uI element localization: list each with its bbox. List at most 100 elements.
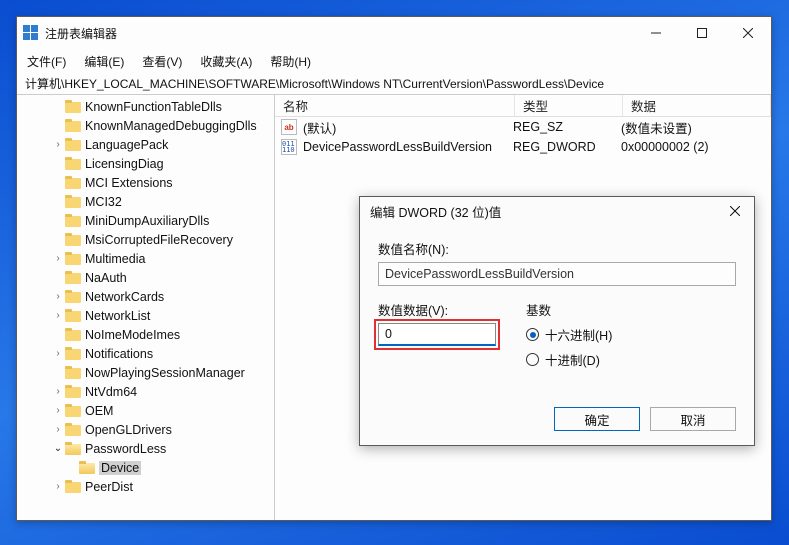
address-bar[interactable]: 计算机\HKEY_LOCAL_MACHINE\SOFTWARE\Microsof… [17,73,771,95]
menu-fav[interactable]: 收藏夹(A) [200,53,252,70]
menu-help[interactable]: 帮助(H) [270,53,311,70]
folder-icon [65,404,81,417]
tree-pane[interactable]: KnownFunctionTableDlls KnownManagedDebugg… [17,95,275,520]
tree-item[interactable]: › NetworkList [17,306,274,325]
name-field[interactable]: DevicePasswordLessBuildVersion [378,262,736,286]
tree-item[interactable]: › OEM [17,401,274,420]
tree-item[interactable]: LicensingDiag [17,154,274,173]
tree-item-label: MiniDumpAuxiliaryDlls [85,214,209,228]
dialog-close-button[interactable] [716,197,754,225]
minimize-button[interactable] [633,18,679,48]
chevron-right-icon[interactable]: › [51,253,65,264]
cell-data: 0x00000002 (2) [621,140,771,154]
tree-item[interactable]: MsiCorruptedFileRecovery [17,230,274,249]
dword-value-icon: 011 110 [281,139,297,155]
close-icon [730,206,740,216]
tree-item[interactable]: › Notifications [17,344,274,363]
radio-hex[interactable]: 十六进制(H) [526,325,612,344]
chevron-right-icon[interactable]: › [51,139,65,150]
value-input[interactable]: 0 [378,323,496,346]
folder-icon [65,157,81,170]
cell-name: (默认) [303,118,513,137]
tree-item-label: Notifications [85,347,153,361]
maximize-button[interactable] [679,18,725,48]
chevron-right-icon[interactable]: › [51,424,65,435]
base-label: 基数 [526,300,612,319]
window-title: 注册表编辑器 [45,25,633,42]
ok-button[interactable]: 确定 [554,407,640,431]
string-value-icon: ab [281,119,297,135]
folder-icon [65,347,81,360]
radio-icon [526,328,539,341]
folder-icon [65,176,81,189]
name-field-text: DevicePasswordLessBuildVersion [385,267,574,281]
chevron-right-icon[interactable]: › [51,291,65,302]
folder-icon [65,100,81,113]
tree-item-label: OpenGLDrivers [85,423,172,437]
cell-data: (数值未设置) [621,118,771,137]
tree-item[interactable]: › NtVdm64 [17,382,274,401]
menu-file[interactable]: 文件(F) [27,53,66,70]
tree-item-label: Device [99,461,141,475]
tree-item[interactable]: MCI32 [17,192,274,211]
name-label: 数值名称(N): [378,239,736,258]
list-row[interactable]: 011 110 DevicePasswordLessBuildVersionREG… [275,137,771,157]
tree-item-label: Multimedia [85,252,145,266]
chevron-right-icon[interactable]: › [51,310,65,321]
tree-item[interactable]: MCI Extensions [17,173,274,192]
tree-item-label: NtVdm64 [85,385,137,399]
cell-type: REG_DWORD [513,140,621,154]
radio-dec[interactable]: 十进制(D) [526,350,612,369]
folder-icon [65,138,81,151]
tree-item-label: PeerDist [85,480,133,494]
tree-item[interactable]: NowPlayingSessionManager [17,363,274,382]
tree-item-label: MCI32 [85,195,122,209]
folder-icon [65,385,81,398]
tree-item-label: MCI Extensions [85,176,173,190]
tree-item-label: NowPlayingSessionManager [85,366,245,380]
folder-icon [65,366,81,379]
folder-icon [79,461,95,474]
cancel-button[interactable]: 取消 [650,407,736,431]
edit-dword-dialog: 编辑 DWORD (32 位)值 数值名称(N): DevicePassword… [359,196,755,446]
tree-item[interactable]: › Multimedia [17,249,274,268]
tree-item[interactable]: Device [17,458,274,477]
tree-item[interactable]: ›NetworkCards [17,287,274,306]
address-text: 计算机\HKEY_LOCAL_MACHINE\SOFTWARE\Microsof… [25,75,604,92]
folder-icon [65,233,81,246]
menu-edit[interactable]: 编辑(E) [84,53,124,70]
chevron-right-icon[interactable]: › [51,348,65,359]
dialog-titlebar[interactable]: 编辑 DWORD (32 位)值 [360,197,754,225]
titlebar[interactable]: 注册表编辑器 [17,17,771,49]
chevron-right-icon[interactable]: › [51,405,65,416]
tree-item[interactable]: KnownManagedDebuggingDlls [17,116,274,135]
menu-view[interactable]: 查看(V) [142,53,182,70]
tree-item-label: LicensingDiag [85,157,164,171]
close-button[interactable] [725,18,771,48]
list-row[interactable]: ab(默认)REG_SZ(数值未设置) [275,117,771,137]
col-data[interactable]: 数据 [623,95,771,116]
menubar: 文件(F) 编辑(E) 查看(V) 收藏夹(A) 帮助(H) [17,49,771,73]
cell-name: DevicePasswordLessBuildVersion [303,140,513,154]
tree-item-label: KnownFunctionTableDlls [85,100,222,114]
tree-item[interactable]: ⌄ PasswordLess [17,439,274,458]
tree-item[interactable]: KnownFunctionTableDlls [17,97,274,116]
tree-item[interactable]: ›LanguagePack [17,135,274,154]
chevron-right-icon[interactable]: › [51,386,65,397]
folder-icon [65,271,81,284]
col-name[interactable]: 名称 [275,95,515,116]
chevron-right-icon[interactable]: › [51,481,65,492]
chevron-down-icon[interactable]: ⌄ [51,443,65,454]
col-type[interactable]: 类型 [515,95,623,116]
tree-item-label: MsiCorruptedFileRecovery [85,233,233,247]
radio-icon [526,353,539,366]
tree-item-label: NetworkList [85,309,150,323]
tree-item-label: PasswordLess [85,442,166,456]
tree-item[interactable]: NaAuth [17,268,274,287]
tree-item[interactable]: MiniDumpAuxiliaryDlls [17,211,274,230]
folder-icon [65,309,81,322]
tree-item[interactable]: › OpenGLDrivers [17,420,274,439]
tree-item[interactable]: NoImeModeImes [17,325,274,344]
tree-item-label: OEM [85,404,113,418]
tree-item[interactable]: › PeerDist [17,477,274,496]
